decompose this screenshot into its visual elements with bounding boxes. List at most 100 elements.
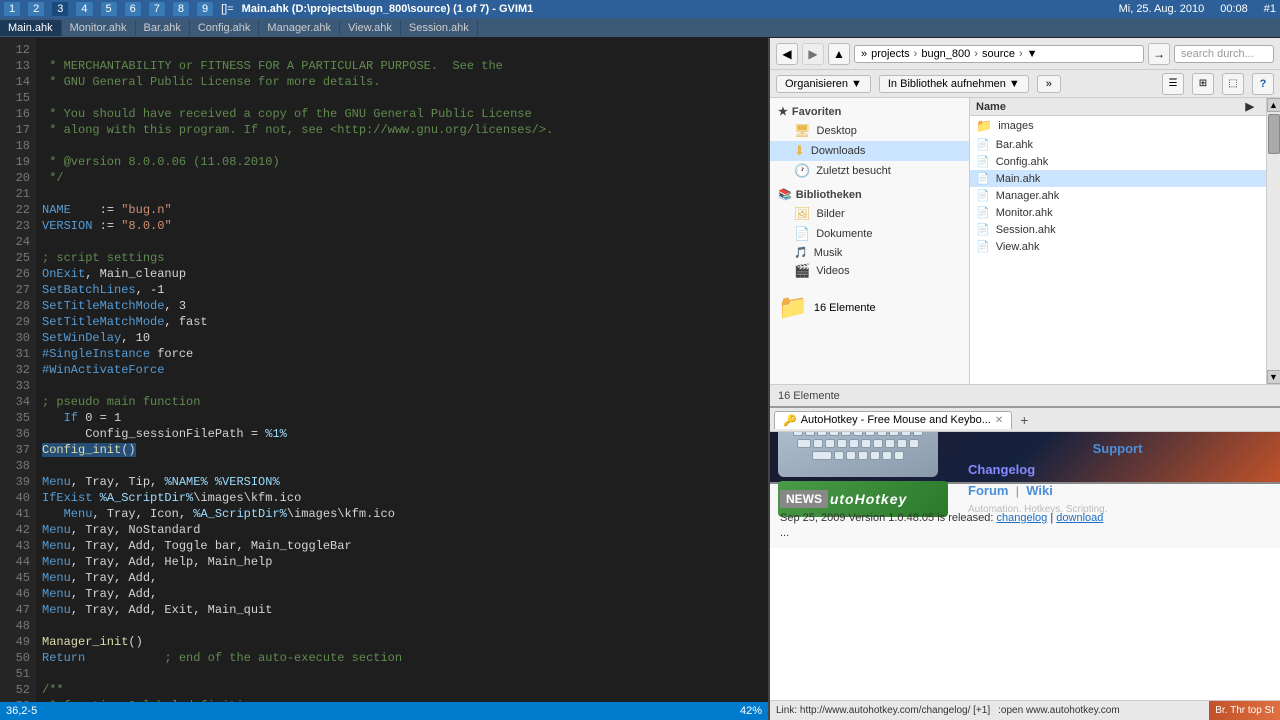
tab-config-ahk[interactable]: Config.ahk — [190, 20, 260, 36]
file-row-bar[interactable]: 📄 Bar.ahk — [970, 136, 1266, 153]
explorer-scrollbar[interactable]: ▲ ▼ — [1266, 98, 1280, 384]
file-explorer: ◀ ▶ ▲ » projects › bugn_800 › source › ▼… — [770, 38, 1280, 408]
ahk-file-icon: 📄 — [976, 138, 990, 151]
downloads-icon: ⬇ — [794, 143, 805, 159]
wiki-link[interactable]: Wiki — [1026, 483, 1053, 498]
vim-tab-1[interactable]: 1 — [4, 2, 20, 16]
browser-status-bar: Link: http://www.autohotkey.com/changelo… — [770, 700, 1280, 720]
up-button[interactable]: ▲ — [828, 43, 850, 65]
libraries-section: 📚 Bibliotheken 🖼 Bilder 📄 Dokumente — [770, 185, 969, 281]
sidebar-item-recent[interactable]: 🕐 Zuletzt besucht — [770, 161, 969, 181]
file-row-monitor[interactable]: 📄 Monitor.ahk — [970, 204, 1266, 221]
file-row-manager[interactable]: 📄 Manager.ahk — [970, 187, 1266, 204]
code-area[interactable]: 1213141516 1718192021 2223242526 2728293… — [0, 38, 768, 702]
browser-panel: 🔑 AutoHotkey - Free Mouse and Keybo... ✕… — [770, 408, 1280, 720]
tab-manager-ahk[interactable]: Manager.ahk — [259, 20, 340, 36]
breadcrumb-dropdown[interactable]: ▼ — [1027, 48, 1038, 60]
sidebar-item-videos[interactable]: 🎬 Videos — [770, 261, 969, 281]
tab-view-ahk[interactable]: View.ahk — [340, 20, 401, 36]
scroll-thumb[interactable] — [1268, 114, 1280, 154]
view-pane-button[interactable]: ⬚ — [1222, 73, 1244, 95]
back-button[interactable]: ◀ — [776, 43, 798, 65]
browser-content: AutoHotkey Download Documentation Quick-… — [770, 432, 1280, 700]
ahk-file-icon: 📄 — [976, 155, 990, 168]
ahk-navigation: Download Documentation Quick-start Tutor… — [968, 432, 1161, 515]
favorites-section: ★ Favoriten 🖥 Desktop ⬇ Downloads 🕐 — [770, 102, 969, 181]
breadcrumb-source[interactable]: source — [982, 48, 1015, 60]
ahk-file-icon: 📄 — [976, 172, 990, 185]
favorites-header: ★ Favoriten — [770, 102, 969, 121]
folder-extra: 📁 16 Elemente — [770, 289, 969, 326]
scroll-down-button[interactable]: ▼ — [1267, 370, 1280, 384]
sidebar-item-bilder[interactable]: 🖼 Bilder — [770, 204, 969, 224]
view-list-button[interactable]: ☰ — [1162, 73, 1184, 95]
vim-tab-3-active[interactable]: 3 — [52, 2, 68, 16]
window-flag: #1 — [1264, 3, 1276, 15]
news-title: NEWS — [780, 490, 828, 508]
sidebar-item-dokumente[interactable]: 📄 Dokumente — [770, 224, 969, 244]
vim-tab-8[interactable]: 8 — [173, 2, 189, 16]
navigate-button[interactable]: → — [1148, 43, 1170, 65]
explorer-status: 16 Elemente — [770, 384, 1280, 406]
news-text-2: ... — [780, 527, 789, 539]
file-list-header: Name ▶ — [970, 98, 1266, 116]
desktop-icon: 🖥 — [794, 123, 811, 139]
libraries-icon: 📚 — [778, 188, 792, 201]
news-changelog-link[interactable]: changelog — [997, 512, 1048, 524]
ahk-keyboard-graphic — [778, 432, 938, 477]
editor-panel: 1213141516 1718192021 2223242526 2728293… — [0, 38, 770, 720]
forum-link[interactable]: Forum — [968, 483, 1008, 498]
line-numbers: 1213141516 1718192021 2223242526 2728293… — [0, 38, 36, 702]
scroll-up-button[interactable]: ▲ — [1267, 98, 1280, 112]
file-row-main[interactable]: 📄 Main.ahk — [970, 170, 1266, 187]
bilder-icon: 🖼 — [794, 206, 811, 222]
changelog-link[interactable]: Changelog — [968, 462, 1161, 477]
explorer-toolbar: ◀ ▶ ▲ » projects › bugn_800 › source › ▼… — [770, 38, 1280, 70]
status-cmd-text: :open www.autohotkey.com — [998, 705, 1120, 716]
sidebar-item-downloads[interactable]: ⬇ Downloads — [770, 141, 969, 161]
status-bar: 36,2-5 42% — [0, 702, 768, 720]
sidebar-item-desktop[interactable]: 🖥 Desktop — [770, 121, 969, 141]
search-box[interactable]: search durch... — [1174, 45, 1274, 63]
browser-tab-ahk[interactable]: 🔑 AutoHotkey - Free Mouse and Keybo... ✕ — [774, 411, 1012, 429]
tab-main-ahk[interactable]: Main.ahk — [0, 20, 62, 36]
breadcrumb-bugn800[interactable]: bugn_800 — [921, 48, 970, 60]
extra-folder-item[interactable]: 📁 16 Elemente — [778, 293, 961, 322]
tab-add-button[interactable]: + — [1016, 412, 1032, 428]
dokumente-icon: 📄 — [794, 226, 810, 242]
support-link[interactable]: Support — [1093, 441, 1162, 456]
code-content[interactable]: * MERCHANTABILITY or FITNESS FOR A PARTI… — [36, 38, 768, 702]
tab-close-button[interactable]: ✕ — [995, 415, 1003, 426]
forward-button[interactable]: ▶ — [802, 43, 824, 65]
browser-header-image: AutoHotkey Download Documentation Quick-… — [770, 432, 1280, 482]
tutorial-link[interactable]: Tutorial — [1093, 432, 1162, 435]
vim-tab-5[interactable]: 5 — [101, 2, 117, 16]
branding-badge: Br. Thr top St — [1209, 701, 1280, 720]
favorites-star-icon: ★ — [778, 105, 788, 118]
file-row-images[interactable]: 📁 images — [970, 116, 1266, 136]
news-download-link[interactable]: download — [1056, 512, 1103, 524]
organize-button[interactable]: Organisieren ▼ — [776, 75, 871, 93]
vim-tab-4[interactable]: 4 — [76, 2, 92, 16]
vim-tab-9[interactable]: 9 — [197, 2, 213, 16]
vim-tab-2[interactable]: 2 — [28, 2, 44, 16]
videos-icon: 🎬 — [794, 263, 810, 279]
more-actions-button[interactable]: » — [1037, 75, 1061, 93]
tab-monitor-ahk[interactable]: Monitor.ahk — [62, 20, 136, 36]
sidebar-item-musik[interactable]: 🎵 Musik — [770, 244, 969, 261]
tab-bar-ahk[interactable]: Bar.ahk — [136, 20, 190, 36]
add-library-button[interactable]: In Bibliothek aufnehmen ▼ — [879, 75, 1029, 93]
vim-tab-7[interactable]: 7 — [149, 2, 165, 16]
file-row-session[interactable]: 📄 Session.ahk — [970, 221, 1266, 238]
file-row-view[interactable]: 📄 View.ahk — [970, 238, 1266, 255]
recent-icon: 🕐 — [794, 163, 810, 179]
file-row-config[interactable]: 📄 Config.ahk — [970, 153, 1266, 170]
breadcrumb-projects[interactable]: projects — [871, 48, 910, 60]
breadcrumb-arrow-1: › — [914, 48, 918, 60]
status-link-text: Link: http://www.autohotkey.com/changelo… — [776, 705, 990, 716]
documentation-link[interactable]: Documentation — [968, 432, 1063, 435]
view-detail-button[interactable]: ⊞ — [1192, 73, 1214, 95]
help-button[interactable]: ? — [1252, 73, 1274, 95]
vim-tab-6[interactable]: 6 — [125, 2, 141, 16]
tab-session-ahk[interactable]: Session.ahk — [401, 20, 478, 36]
